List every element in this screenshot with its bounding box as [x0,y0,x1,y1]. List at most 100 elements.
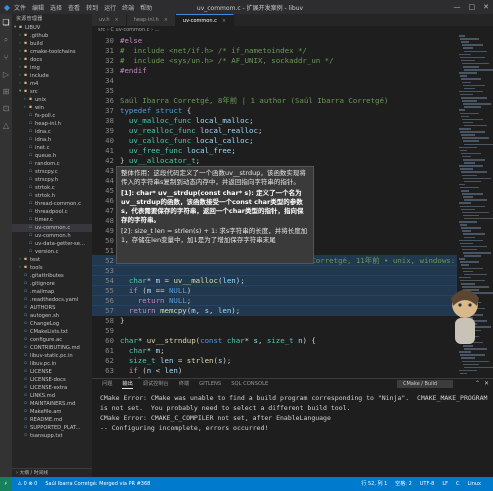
menu-item[interactable]: 编辑 [32,3,44,12]
tree-item[interactable]: ▫ queue.h [12,152,92,160]
tree-item[interactable]: ▫ inet.c [12,144,92,152]
tree-item[interactable]: ▫ timer.c [12,216,92,224]
tree-item[interactable]: ▫ heap-inl.h [12,120,92,128]
menu-item[interactable]: 查看 [68,3,80,12]
menu-item[interactable]: 运行 [104,3,116,12]
tree-item[interactable]: ▫ random.c [12,160,92,168]
tab-uv-h[interactable]: uv.h × [92,14,127,26]
remote-indicator[interactable]: ⚡ [0,477,12,491]
tree-item[interactable]: › ▪ build [12,40,92,48]
tree-item[interactable]: ▫ .readthedocs.yaml [12,296,92,304]
tree-item[interactable]: ▫ threadpool.c [12,208,92,216]
tree-item[interactable]: ▫ README.md [12,416,92,424]
tree-item[interactable]: › ▪ .github [12,32,92,40]
tree-item[interactable]: ▫ CMakeLists.txt [12,328,92,336]
minimap-line [462,137,489,139]
tree-item[interactable]: › ▪ unix [12,96,92,104]
menu-item[interactable]: 转到 [86,3,98,12]
tree-item[interactable]: ▫ CONTRIBUTING.md [12,344,92,352]
panel-tab[interactable]: 调试控制台 [143,379,169,389]
tree-item[interactable]: › ▪ docs [12,56,92,64]
tree-item[interactable]: ▫ ChangeLog [12,320,92,328]
menu-item[interactable]: 选择 [50,3,62,12]
chevron-up-icon[interactable]: ⌃ [475,380,480,387]
tree-item[interactable]: ▫ strscpy.c [12,168,92,176]
tree-item[interactable]: ▫ uv-data-getter-se... [12,240,92,248]
tree-item[interactable]: ▫ libuv.pc.in [12,360,92,368]
panel-tab[interactable]: 输出 [122,379,133,389]
maximize-icon[interactable]: □ [469,3,476,11]
tree-item-label: fs-poll.c [35,113,56,119]
tree-item[interactable]: › ▪ cmake-toolchains [12,48,92,56]
run-icon[interactable]: ▷ [3,70,9,79]
panel-tab[interactable]: SQL CONSOLE [231,379,268,389]
tree-item[interactable]: ▫ uv-common.h [12,232,92,240]
menu-item[interactable]: 终端 [122,3,134,12]
tree-item[interactable]: ▫ strtok.h [12,192,92,200]
tree-item-label: tools [30,265,43,271]
status-item[interactable]: Linux [468,477,481,491]
cmake-icon[interactable]: △ [3,121,9,130]
search-icon[interactable]: ⌕ [4,35,8,45]
tree-item[interactable]: ▫ configure.ac [12,336,92,344]
breadcrumb[interactable]: src › C uv-common.c › ... [92,26,493,35]
remote-icon[interactable]: ⊡ [3,104,10,113]
tree-item[interactable]: › ▪ test [12,256,92,264]
tree-item[interactable]: ▫ AUTHORS [12,304,92,312]
tree-item[interactable]: ▫ libuv-static.pc.in [12,352,92,360]
tree-item[interactable]: ▫ version.c [12,248,92,256]
tree-item[interactable]: ▫ LINKS.md [12,392,92,400]
tree-item[interactable]: ▫ LICENSE-extra [12,384,92,392]
close-icon[interactable]: × [222,18,226,24]
tree-item[interactable]: ▫ MAINTAINERS.md [12,400,92,408]
menu-item[interactable]: 文件 [14,3,26,12]
tree-item[interactable]: ▫ strscpy.h [12,176,92,184]
minimap-line [463,233,485,235]
tree-item[interactable]: ▫ autogen.sh [12,312,92,320]
minimize-icon[interactable]: — [454,3,461,11]
panel-tab[interactable]: GITLENS [199,379,221,389]
tree-item[interactable]: ▫ Makefile.am [12,408,92,416]
output-channel-select[interactable]: CMake / Build [397,380,453,388]
tree-item[interactable]: ▫ SUPPORTED_PLAT... [12,424,92,432]
tree-item[interactable]: ▾ ▪ src [12,88,92,96]
tab-uv-common-c[interactable]: uv-common.c × [175,14,235,26]
menu-item[interactable]: 帮助 [140,3,152,12]
close-icon[interactable]: × [115,17,119,23]
status-item[interactable]: UTF-8 [420,477,435,491]
tree-item[interactable]: ▫ strtok.c [12,184,92,192]
close-icon[interactable]: ✕ [484,380,489,387]
panel-tab[interactable]: 终端 [179,379,189,389]
status-item[interactable]: LF [442,477,448,491]
close-icon[interactable]: × [164,17,168,23]
status-item[interactable]: 空格: 2 [395,477,411,491]
close-icon[interactable]: ✕ [483,3,489,11]
tree-item[interactable]: › ▪ include [12,72,92,80]
files-icon[interactable]: ❏ [2,18,9,27]
tree-item[interactable]: ▫ LICENSE [12,368,92,376]
tree-item[interactable]: ▫ uv-common.c [12,224,92,232]
tree-item[interactable]: ▫ thread-common.c [12,200,92,208]
tree-item[interactable]: › ▪ img [12,64,92,72]
outline-section[interactable]: › 大纲 / 时间线 [12,468,92,477]
status-item[interactable]: C [456,477,460,491]
status-item[interactable]: 行 52, 列 1 [361,477,387,491]
tree-item[interactable]: ▫ fs-poll.c [12,112,92,120]
tree-item[interactable]: › ▪ tools [12,264,92,272]
panel-tab[interactable]: 问题 [102,379,112,389]
tree-item[interactable]: ▫ LICENSE-docs [12,376,92,384]
tree-item[interactable]: › ▪ m4 [12,80,92,88]
status-item[interactable]: ⚠ 0 ⊗ 0 [18,477,38,491]
source-control-icon[interactable]: ⑂ [4,53,9,62]
tree-item[interactable]: › ▪ win [12,104,92,112]
tab-heap-inl-h[interactable]: heap-inl.h × [126,14,176,26]
tree-item[interactable]: ▫ .gitignore [12,280,92,288]
extensions-icon[interactable]: ⊞ [3,87,10,96]
status-item[interactable]: Saúl Ibarra Corretgé: Merged via PR #368 [45,477,150,491]
tree-item[interactable]: ▫ idna.c [12,128,92,136]
tree-item[interactable]: ▫ .mailmap [12,288,92,296]
tree-item[interactable]: ▫ .gitattributes [12,272,92,280]
tree-item[interactable]: ▫ tsansupp.txt [12,432,92,440]
tree-item[interactable]: ▾ ▪ LIBUV [12,24,92,32]
tree-item[interactable]: ▫ idna.h [12,136,92,144]
